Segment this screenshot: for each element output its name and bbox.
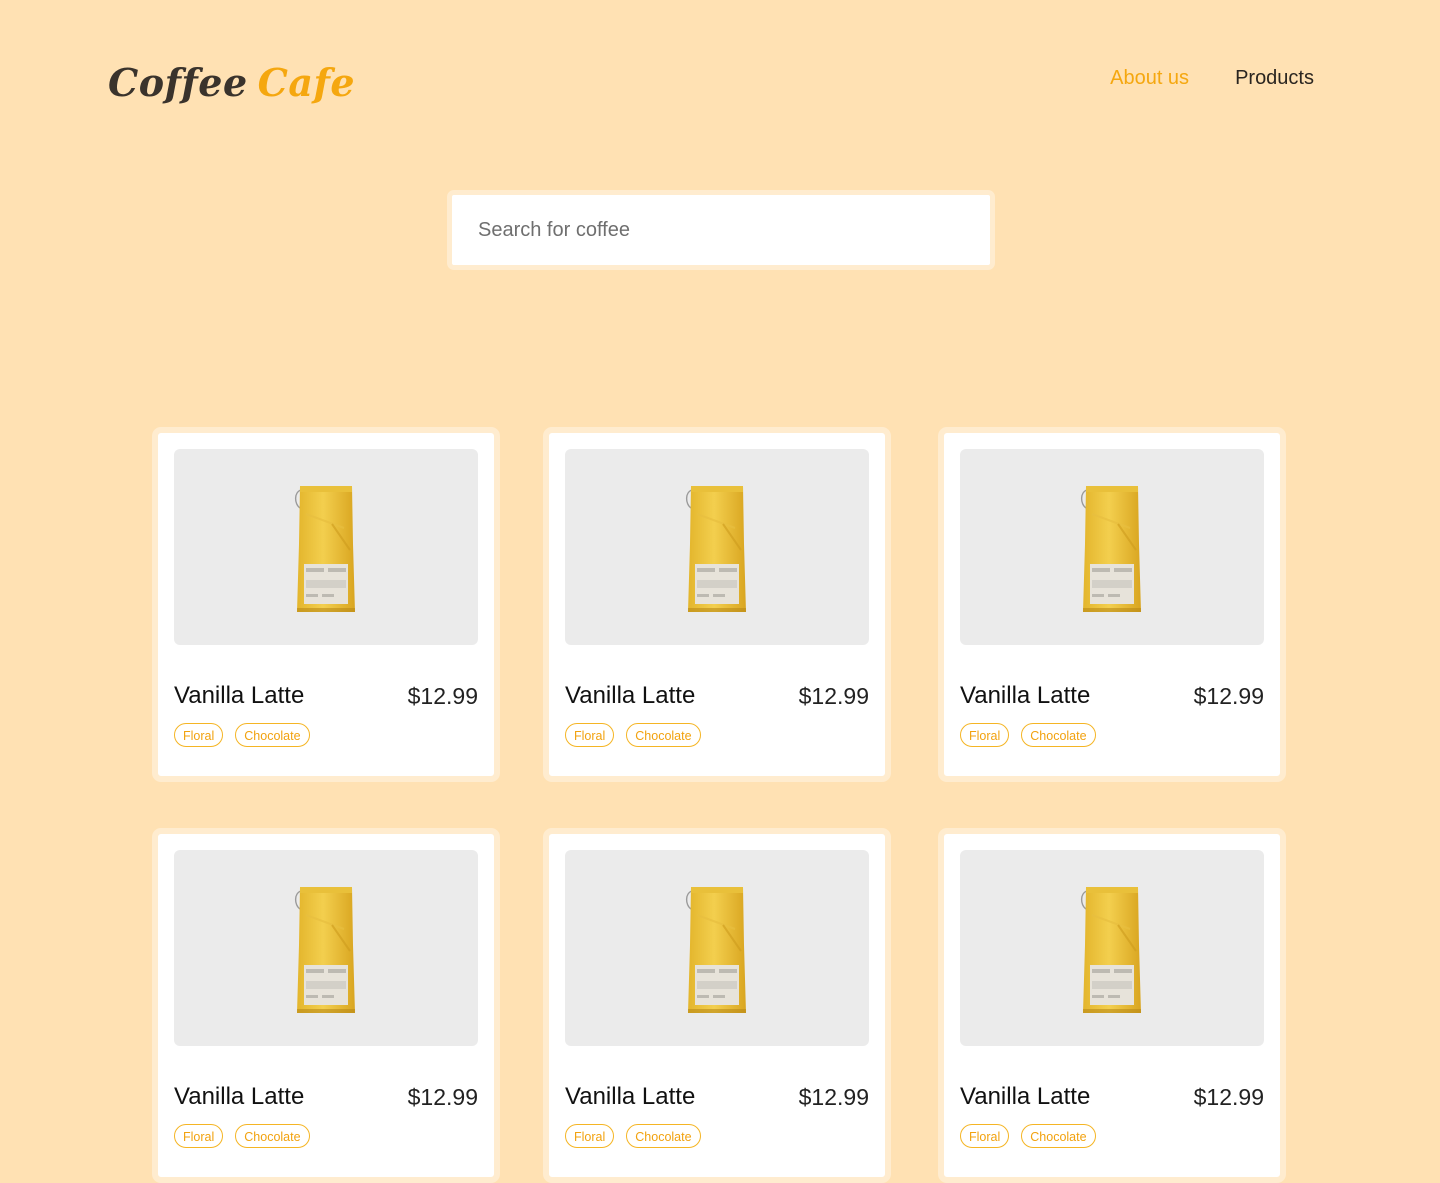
tag-badge[interactable]: Chocolate: [1021, 723, 1096, 747]
product-tags: Floral Chocolate: [565, 1124, 701, 1148]
product-card[interactable]: Vanilla Latte $12.99 Floral Chocolate: [152, 427, 500, 782]
product-tags: Floral Chocolate: [565, 723, 701, 747]
product-name: Vanilla Latte: [565, 682, 696, 709]
product-price: $12.99: [1193, 683, 1264, 709]
top-nav: About us Products: [1110, 66, 1314, 90]
product-price: $12.99: [407, 1084, 478, 1110]
product-image: [174, 850, 478, 1046]
product-price: $12.99: [407, 683, 478, 709]
tag-badge[interactable]: Chocolate: [626, 723, 701, 747]
product-card[interactable]: Vanilla Latte $12.99 Floral Chocolate: [152, 828, 500, 1183]
tag-badge[interactable]: Floral: [174, 1124, 224, 1148]
product-name: Vanilla Latte: [565, 1083, 696, 1110]
product-price: $12.99: [798, 683, 869, 709]
product-card[interactable]: Vanilla Latte $12.99 Floral Chocolate: [543, 828, 891, 1183]
coffee-bag-icon: [1080, 887, 1141, 1013]
product-image: [565, 850, 869, 1046]
tag-badge[interactable]: Floral: [565, 1124, 615, 1148]
product-name: Vanilla Latte: [174, 1083, 305, 1110]
coffee-bag-icon: [685, 887, 746, 1013]
product-name: Vanilla Latte: [960, 682, 1091, 709]
product-tags: Floral Chocolate: [960, 1124, 1096, 1148]
coffee-bag-icon: [294, 486, 355, 612]
product-card[interactable]: Vanilla Latte $12.99 Floral Chocolate: [543, 427, 891, 782]
tag-badge[interactable]: Floral: [960, 1124, 1010, 1148]
brand-word-coffee: Coffee: [108, 60, 248, 105]
nav-products[interactable]: Products: [1235, 66, 1314, 90]
tag-badge[interactable]: Floral: [960, 723, 1010, 747]
product-card[interactable]: Vanilla Latte $12.99 Floral Chocolate: [938, 828, 1286, 1183]
coffee-bag-icon: [294, 887, 355, 1013]
tag-badge[interactable]: Chocolate: [235, 1124, 310, 1148]
product-tags: Floral Chocolate: [960, 723, 1096, 747]
product-image: [174, 449, 478, 645]
product-image: [565, 449, 869, 645]
product-name: Vanilla Latte: [174, 682, 305, 709]
product-tags: Floral Chocolate: [174, 723, 310, 747]
tag-badge[interactable]: Chocolate: [235, 723, 310, 747]
search-box: [447, 190, 995, 270]
product-name: Vanilla Latte: [960, 1083, 1091, 1110]
brand-word-cafe: Cafe: [257, 60, 356, 105]
search-input[interactable]: [452, 195, 990, 265]
coffee-bag-icon: [1080, 486, 1141, 612]
coffee-bag-icon: [685, 486, 746, 612]
tag-badge[interactable]: Chocolate: [626, 1124, 701, 1148]
tag-badge[interactable]: Chocolate: [1021, 1124, 1096, 1148]
product-price: $12.99: [798, 1084, 869, 1110]
product-image: [960, 850, 1264, 1046]
tag-badge[interactable]: Floral: [174, 723, 224, 747]
product-price: $12.99: [1193, 1084, 1264, 1110]
tag-badge[interactable]: Floral: [565, 723, 615, 747]
nav-about-us[interactable]: About us: [1110, 66, 1189, 90]
brand-logo[interactable]: Coffee Cafe: [108, 58, 355, 108]
product-image: [960, 449, 1264, 645]
product-card[interactable]: Vanilla Latte $12.99 Floral Chocolate: [938, 427, 1286, 782]
product-tags: Floral Chocolate: [174, 1124, 310, 1148]
